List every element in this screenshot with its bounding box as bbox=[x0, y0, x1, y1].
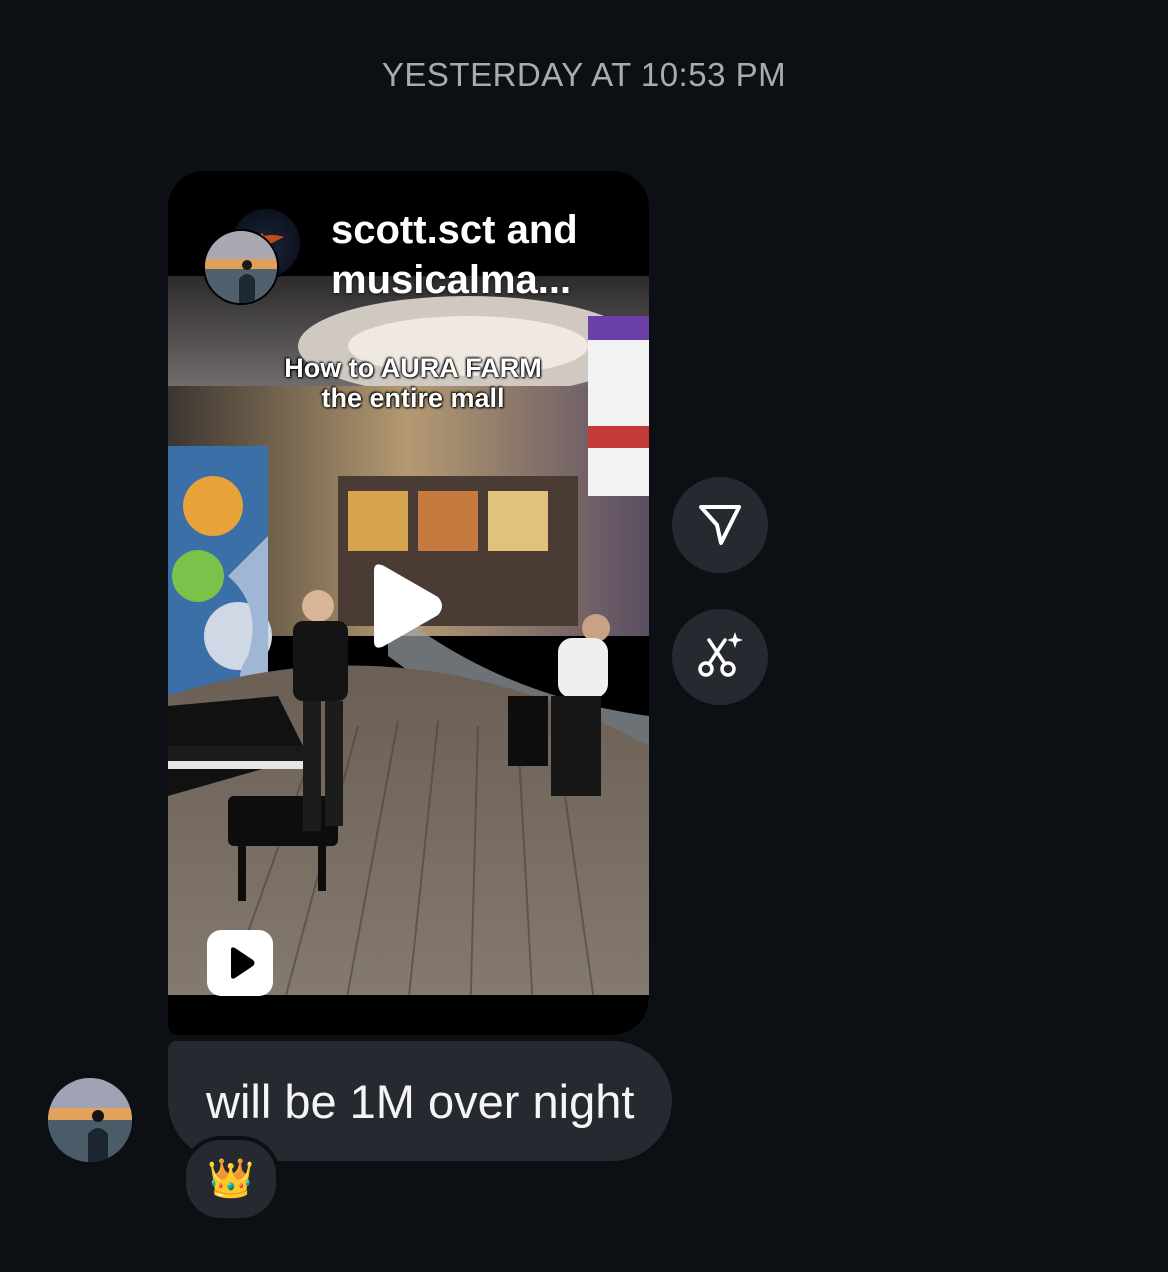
sender-avatar[interactable] bbox=[48, 1078, 132, 1162]
remix-button[interactable] bbox=[672, 609, 768, 705]
crown-emoji: 👑 bbox=[207, 1158, 255, 1200]
scissors-sparkle-icon bbox=[693, 628, 747, 687]
reel-author[interactable]: scott.sct and musicalma... bbox=[331, 205, 631, 305]
reel-header: scott.sct and musicalma... bbox=[168, 171, 649, 311]
reel-caption: How to AURA FARM the entire mall bbox=[284, 353, 542, 413]
paper-plane-icon bbox=[695, 498, 745, 553]
reels-icon bbox=[207, 930, 273, 996]
dm-thread: YESTERDAY AT 10:53 PM scott.sct and musi… bbox=[0, 0, 1168, 1272]
author-avatar bbox=[203, 229, 279, 305]
message-text: will be 1M over night bbox=[206, 1074, 635, 1128]
shared-reel-card[interactable]: scott.sct and musicalma... How to AURA F… bbox=[168, 171, 649, 1035]
reaction-badge[interactable]: 👑 bbox=[182, 1136, 280, 1222]
share-button[interactable] bbox=[672, 477, 768, 573]
message-timestamp: YESTERDAY AT 10:53 PM bbox=[381, 56, 787, 93]
play-icon[interactable] bbox=[366, 561, 446, 651]
